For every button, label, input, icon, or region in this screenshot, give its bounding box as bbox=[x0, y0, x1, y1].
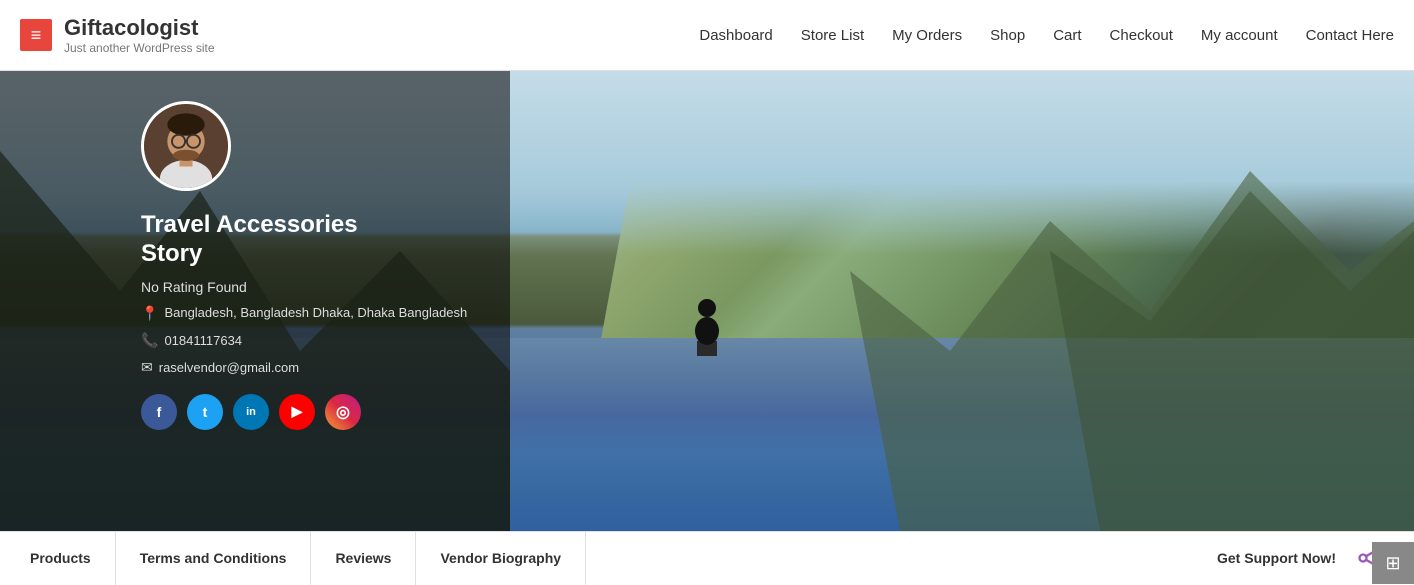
footer-products[interactable]: Products bbox=[30, 532, 116, 585]
twitter-link[interactable]: t bbox=[187, 394, 223, 430]
store-location: 📍 Bangladesh, Bangladesh Dhaka, Dhaka Ba… bbox=[141, 305, 481, 322]
nav-store-list[interactable]: Store List bbox=[801, 27, 864, 44]
site-branding: Giftacologist Just another WordPress sit… bbox=[64, 15, 215, 55]
youtube-link[interactable]: ▶ bbox=[279, 394, 315, 430]
store-panel: Travel AccessoriesStory No Rating Found … bbox=[111, 71, 511, 531]
nav-my-orders[interactable]: My Orders bbox=[892, 27, 962, 44]
main-nav: Dashboard Store List My Orders Shop Cart… bbox=[699, 27, 1394, 44]
email-icon: ✉ bbox=[141, 359, 153, 376]
nav-dashboard[interactable]: Dashboard bbox=[699, 27, 772, 44]
nav-shop[interactable]: Shop bbox=[990, 27, 1025, 44]
person-silhouette bbox=[682, 286, 732, 356]
nav-contact[interactable]: Contact Here bbox=[1306, 27, 1394, 44]
store-rating: No Rating Found bbox=[141, 279, 481, 295]
store-avatar-wrapper bbox=[141, 101, 231, 191]
footer-vendor-bio[interactable]: Vendor Biography bbox=[416, 532, 586, 585]
social-links: f t in ▶ ◎ bbox=[141, 394, 481, 430]
footer-bar: Products Terms and Conditions Reviews Ve… bbox=[0, 531, 1414, 584]
footer-nav: Products Terms and Conditions Reviews Ve… bbox=[30, 532, 1217, 585]
footer-terms[interactable]: Terms and Conditions bbox=[116, 532, 312, 585]
avatar-image bbox=[144, 104, 228, 188]
nav-checkout[interactable]: Checkout bbox=[1110, 27, 1173, 44]
instagram-icon: ◎ bbox=[336, 402, 350, 422]
footer-support-text: Get Support Now! bbox=[1217, 550, 1336, 566]
instagram-link[interactable]: ◎ bbox=[325, 394, 361, 430]
hero-section: Travel AccessoriesStory No Rating Found … bbox=[0, 71, 1414, 531]
site-tagline: Just another WordPress site bbox=[64, 41, 215, 55]
facebook-link[interactable]: f bbox=[141, 394, 177, 430]
facebook-icon: f bbox=[157, 404, 162, 420]
corner-button[interactable]: ⊞ bbox=[1372, 542, 1414, 584]
twitter-icon: t bbox=[203, 404, 208, 420]
linkedin-icon: in bbox=[246, 406, 256, 418]
menu-icon-button[interactable]: ≡ bbox=[20, 19, 52, 51]
nav-my-account[interactable]: My account bbox=[1201, 27, 1278, 44]
store-email: ✉ raselvendor@gmail.com bbox=[141, 359, 481, 376]
site-header: ≡ Giftacologist Just another WordPress s… bbox=[0, 0, 1414, 71]
phone-icon: 📞 bbox=[141, 332, 158, 349]
youtube-icon: ▶ bbox=[292, 403, 303, 420]
location-icon: 📍 bbox=[141, 305, 158, 322]
store-name: Travel AccessoriesStory bbox=[141, 211, 481, 269]
footer-reviews[interactable]: Reviews bbox=[311, 532, 416, 585]
linkedin-link[interactable]: in bbox=[233, 394, 269, 430]
nav-cart[interactable]: Cart bbox=[1053, 27, 1081, 44]
site-title: Giftacologist bbox=[64, 15, 215, 41]
store-phone: 📞 01841117634 bbox=[141, 332, 481, 349]
corner-icon: ⊞ bbox=[1385, 553, 1400, 574]
avatar-svg bbox=[144, 104, 228, 188]
hamburger-icon: ≡ bbox=[31, 26, 42, 44]
